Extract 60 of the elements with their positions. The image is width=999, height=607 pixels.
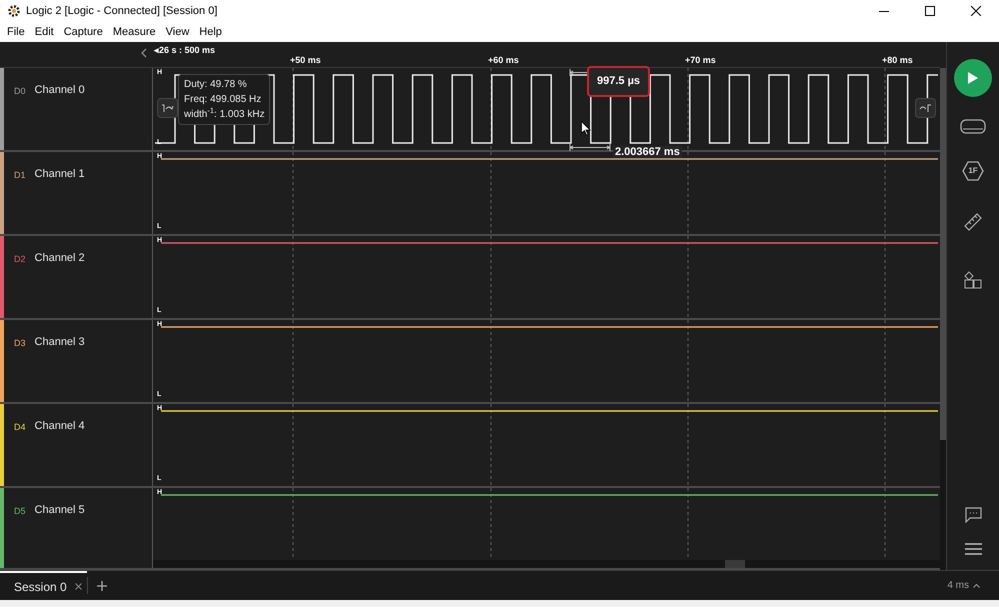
plus-icon [97, 580, 107, 590]
duty-reading: Duty: 49.78 % [184, 78, 248, 91]
menu-item[interactable]: File [2, 24, 30, 40]
width-reading: width$^{-1}$: 1.003 kHz [184, 108, 264, 121]
session-tab[interactable]: Session 0 [0, 571, 87, 600]
hexagon-icon [962, 161, 984, 181]
time-tick-label: +50 ms [290, 54, 321, 67]
close-icon[interactable] [74, 583, 82, 590]
scrollbar-thumb[interactable] [940, 68, 946, 440]
menu-item[interactable]: Capture [58, 24, 108, 40]
maximize-icon [925, 6, 935, 16]
channel-id: D3 [14, 337, 26, 350]
window-title: Logic 2 [Logic - Connected] [Session 0] [26, 4, 218, 19]
channel-id: D4 [14, 421, 26, 434]
analyzers-button[interactable]: 1F [962, 161, 984, 181]
layout-button[interactable] [962, 269, 984, 291]
time-tick-label: +60 ms [488, 54, 519, 67]
menu-item[interactable]: View [160, 24, 194, 40]
ruler-icon [964, 213, 982, 231]
vertical-scrollbar[interactable] [940, 68, 946, 570]
menu-item[interactable]: Measure [108, 24, 161, 40]
previous-edge-button[interactable] [157, 98, 178, 118]
gear-icon [8, 5, 20, 17]
zoom-level-button[interactable]: 4 ms [947, 571, 999, 600]
channel-name[interactable]: Channel 1 [34, 166, 85, 182]
channel-name[interactable]: Channel 2 [34, 250, 85, 266]
menu-item[interactable]: Help [194, 24, 227, 40]
time-tick-label: +70 ms [685, 54, 716, 67]
device-icon [960, 118, 986, 134]
comment-icon [964, 507, 982, 523]
close-icon [971, 6, 981, 16]
timeline-start: ◂26 s : 500 ms [154, 44, 216, 57]
channel-name[interactable]: Channel 3 [34, 334, 85, 350]
period-label: 2.003667 ms [613, 146, 682, 159]
minimize-icon [879, 10, 889, 12]
collapse-chevron-icon[interactable] [141, 48, 147, 58]
start-capture-button[interactable] [954, 59, 992, 97]
channel-id: D1 [14, 169, 26, 182]
edge-back-icon [161, 104, 174, 112]
channel-id: D5 [14, 505, 26, 518]
channel-name[interactable]: Channel 5 [34, 502, 85, 518]
play-icon [967, 71, 979, 85]
channel-name[interactable]: Channel 4 [34, 418, 85, 434]
frequency-reading: Freq: 499.085 Hz [184, 93, 262, 106]
next-edge-button[interactable] [915, 98, 936, 118]
caret-icon [973, 584, 980, 588]
shapes-icon [964, 271, 982, 289]
dimension-arrow [569, 144, 611, 151]
edge-forward-icon [919, 104, 932, 112]
scrollbar-thumb[interactable] [725, 560, 745, 568]
mouse-cursor-icon [581, 121, 591, 136]
menu-item[interactable]: Edit [30, 24, 59, 40]
horizontal-scrollbar[interactable] [153, 560, 940, 568]
channel-id: D0 [14, 85, 26, 98]
channel-id: D2 [14, 253, 26, 266]
channel-name[interactable]: Channel 0 [34, 82, 85, 98]
pulse-width-label: 997.5 µs [587, 66, 650, 96]
measure-button[interactable] [962, 211, 984, 233]
menu-icon [964, 543, 982, 555]
time-tick-label: +80 ms [882, 54, 913, 67]
